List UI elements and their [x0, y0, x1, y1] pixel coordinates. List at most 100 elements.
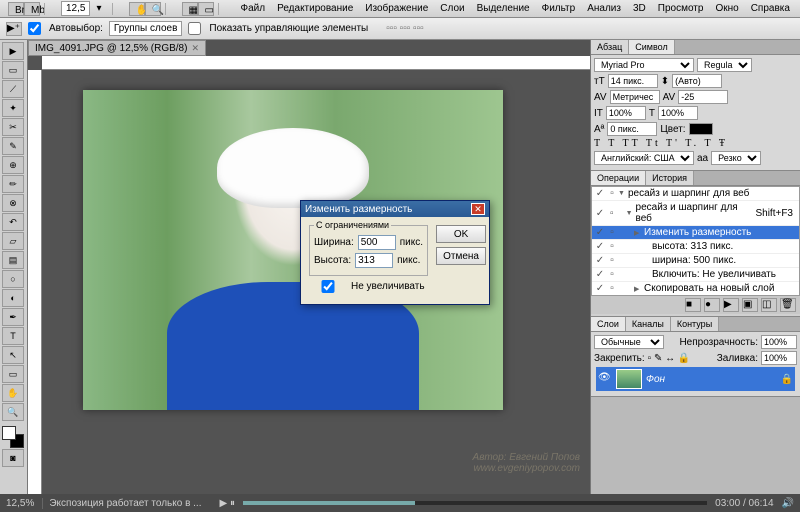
tab-layers[interactable]: Слои: [591, 317, 626, 331]
ok-button[interactable]: OK: [436, 225, 486, 243]
screen-icon[interactable]: ▭: [198, 2, 214, 16]
shape-tool[interactable]: ▭: [2, 365, 24, 383]
action-item[interactable]: ✓▫▶Изменить размерность: [592, 226, 799, 240]
action-item[interactable]: ✓▫ширина: 500 пикс.: [592, 254, 799, 268]
leading-input[interactable]: [672, 74, 722, 88]
menu-3d[interactable]: 3D: [627, 1, 652, 16]
tab-channels[interactable]: Каналы: [626, 317, 671, 331]
action-item[interactable]: ✓▫▶Скопировать на новый слой: [592, 282, 799, 296]
gradient-tool[interactable]: ▤: [2, 251, 24, 269]
tab-character[interactable]: Символ: [629, 40, 674, 54]
blur-tool[interactable]: ○: [2, 270, 24, 288]
style-select[interactable]: Regular: [697, 58, 752, 72]
action-item[interactable]: ✓▫▼ресайз и шарпинг для веб: [592, 187, 799, 201]
cancel-button[interactable]: Отмена: [436, 247, 486, 265]
path-tool[interactable]: ↖: [2, 346, 24, 364]
mb-button[interactable]: Mb: [24, 2, 40, 16]
stamp-tool[interactable]: ⊗: [2, 194, 24, 212]
new-icon[interactable]: ◫: [761, 298, 777, 312]
trash-icon[interactable]: 🗑: [780, 298, 796, 312]
color-swatch-text[interactable]: [689, 123, 713, 135]
zoom-icon[interactable]: 🔍: [145, 2, 161, 16]
stop-icon[interactable]: ■: [685, 298, 701, 312]
type-style-row[interactable]: T T TT Tt T' T. T Ŧ: [594, 138, 797, 149]
color-swatch[interactable]: [2, 426, 24, 448]
menu-filter[interactable]: Фильтр: [536, 1, 582, 16]
autoselect-mode[interactable]: Группы слоев: [109, 21, 182, 36]
br-button[interactable]: Br: [8, 2, 24, 16]
actions-list[interactable]: ✓▫▼ресайз и шарпинг для веб✓▫▼ресайз и ш…: [591, 186, 800, 296]
aa-select[interactable]: Резкое: [711, 151, 761, 165]
action-item[interactable]: ✓▫Включить: Не увеличивать: [592, 268, 799, 282]
play-icon[interactable]: ▶: [723, 298, 739, 312]
move-tool[interactable]: ▶: [2, 42, 24, 60]
layer-row[interactable]: 👁 Фон 🔒: [596, 367, 795, 391]
width-input[interactable]: [358, 235, 396, 250]
tab-paragraph[interactable]: Абзац: [591, 40, 629, 54]
kerning-input[interactable]: [610, 90, 660, 104]
menu-analysis[interactable]: Анализ: [581, 1, 627, 16]
tab-actions[interactable]: Операции: [591, 171, 646, 185]
heal-tool[interactable]: ⊕: [2, 156, 24, 174]
lasso-tool[interactable]: ⟋: [2, 80, 24, 98]
dialog-close-icon[interactable]: ✕: [471, 203, 485, 215]
dialog-title-bar[interactable]: Изменить размерность ✕: [301, 201, 489, 217]
lock-icons[interactable]: ▫ ✎ ↔ 🔒: [648, 353, 691, 364]
action-item[interactable]: ✓▫высота: 313 пикс.: [592, 240, 799, 254]
tracking-input[interactable]: [678, 90, 728, 104]
record-icon[interactable]: ●: [704, 298, 720, 312]
vscale-input[interactable]: [606, 106, 646, 120]
zoom-tool[interactable]: 🔍: [2, 403, 24, 421]
layers-panel: Слои Каналы Контуры ОбычныеНепрозрачност…: [591, 317, 800, 397]
controls-check[interactable]: [188, 22, 201, 35]
volume-icon[interactable]: 🔊: [782, 498, 794, 509]
eye-icon[interactable]: 👁: [598, 372, 612, 386]
height-input[interactable]: [355, 253, 393, 268]
crop-tool[interactable]: ✂: [2, 118, 24, 136]
arrange-icon[interactable]: ▦: [182, 2, 198, 16]
autoselect-check[interactable]: [28, 22, 41, 35]
eraser-tool[interactable]: ▱: [2, 232, 24, 250]
tab-paths[interactable]: Контуры: [671, 317, 719, 331]
align-icons[interactable]: ▫▫▫ ▫▫▫ ▫▫▫: [386, 23, 423, 34]
progress-bar[interactable]: [243, 501, 707, 505]
type-tool[interactable]: T: [2, 327, 24, 345]
status-zoom[interactable]: 12,5%: [6, 498, 34, 509]
action-item[interactable]: ✓▫▼ресайз и шарпинг для вебShift+F3: [592, 201, 799, 226]
baseline-input[interactable]: [607, 122, 657, 136]
doc-close-icon[interactable]: ✕: [191, 43, 199, 54]
playback-controls[interactable]: ▶ ⏸: [220, 498, 235, 509]
menu-view[interactable]: Просмотр: [652, 1, 710, 16]
pen-tool[interactable]: ✒: [2, 308, 24, 326]
document-tab[interactable]: IMG_4091.JPG @ 12,5% (RGB/8) ✕: [28, 40, 206, 56]
noenlarge-check[interactable]: [309, 280, 347, 293]
blend-select[interactable]: Обычные: [594, 335, 664, 349]
noenlarge-label: Не увеличивать: [351, 281, 425, 292]
eyedrop-tool[interactable]: ✎: [2, 137, 24, 155]
move-tool-icon[interactable]: ▶⁺: [6, 22, 22, 36]
fontsize-input[interactable]: [608, 74, 658, 88]
tab-history[interactable]: История: [646, 171, 694, 185]
menu-edit[interactable]: Редактирование: [271, 1, 359, 16]
hand-icon[interactable]: ✋: [129, 2, 145, 16]
font-select[interactable]: Myriad Pro: [594, 58, 694, 72]
menu-file[interactable]: Файл: [235, 1, 272, 16]
menu-help[interactable]: Справка: [745, 1, 796, 16]
marquee-tool[interactable]: ▭: [2, 61, 24, 79]
folder-icon[interactable]: ▣: [742, 298, 758, 312]
wand-tool[interactable]: ✦: [2, 99, 24, 117]
lang-select[interactable]: Английский: США: [594, 151, 694, 165]
zoom-input[interactable]: 12,5: [61, 1, 90, 16]
brush-tool[interactable]: ✏: [2, 175, 24, 193]
menu-select[interactable]: Выделение: [471, 1, 536, 16]
menu-window[interactable]: Окно: [709, 1, 744, 16]
dodge-tool[interactable]: ◐: [2, 289, 24, 307]
fill-input[interactable]: [761, 351, 797, 365]
history-tool[interactable]: ↶: [2, 213, 24, 231]
hand-tool[interactable]: ✋: [2, 384, 24, 402]
hscale-input[interactable]: [658, 106, 698, 120]
mask-tool[interactable]: ◙: [2, 449, 24, 467]
menu-image[interactable]: Изображение: [359, 1, 434, 16]
opacity-input[interactable]: [761, 335, 797, 349]
menu-layer[interactable]: Слои: [434, 1, 470, 16]
